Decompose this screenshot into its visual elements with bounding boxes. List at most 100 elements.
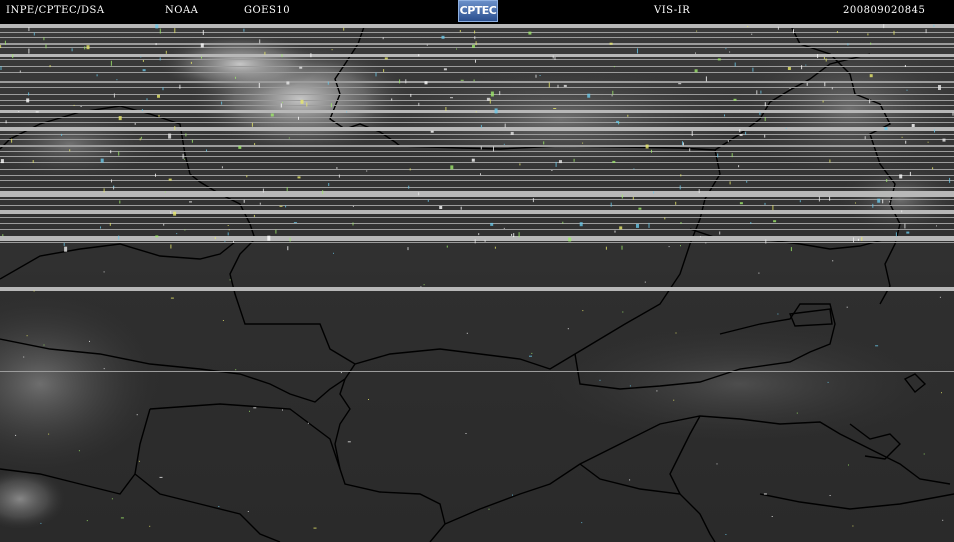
noise-pixel	[262, 188, 264, 193]
noise-pixel	[119, 200, 121, 204]
noise-pixel	[100, 226, 101, 229]
noise-pixel	[184, 229, 186, 231]
noise-pixel	[562, 221, 564, 224]
noise-pixel	[289, 237, 291, 242]
noise-pixel	[164, 191, 166, 193]
noise-pixel	[906, 231, 910, 234]
noise-pixel	[695, 52, 696, 54]
scanline	[0, 100, 954, 101]
noise-pixel	[11, 138, 13, 143]
noise-pixel	[511, 233, 513, 236]
noise-pixel	[619, 226, 623, 230]
noise-pixel	[745, 131, 747, 135]
noise-pixel	[785, 127, 787, 129]
noise-pixel	[120, 517, 124, 519]
noise-pixel	[43, 37, 45, 41]
scanline	[0, 199, 954, 200]
noise-pixel	[418, 54, 420, 57]
noise-pixel	[734, 62, 736, 67]
noise-pixel	[729, 51, 731, 53]
scanline	[0, 47, 954, 48]
noise-pixel	[163, 223, 165, 226]
noise-pixel	[621, 194, 623, 199]
noise-pixel	[118, 116, 122, 121]
noise-pixel	[343, 27, 345, 31]
noise-pixel	[299, 66, 303, 69]
noise-pixel	[503, 227, 505, 229]
noise-pixel	[731, 153, 733, 158]
noise-pixel	[49, 65, 51, 68]
noise-pixel	[26, 98, 30, 103]
noise-pixel	[330, 103, 332, 108]
noise-pixel	[418, 192, 420, 196]
noise-pixel	[96, 74, 98, 77]
noise-pixel	[759, 112, 761, 116]
noise-pixel	[668, 246, 670, 248]
noise-pixel	[430, 130, 434, 133]
noise-pixel	[932, 167, 934, 170]
noise-pixel	[159, 28, 161, 34]
noise-pixel	[15, 434, 17, 436]
noise-pixel	[771, 516, 773, 517]
noise-pixel	[938, 85, 941, 90]
noise-pixel	[884, 127, 888, 131]
noise-pixel	[424, 81, 428, 85]
noise-pixel	[63, 242, 65, 246]
noise-pixel	[727, 140, 729, 143]
noise-pixel	[836, 31, 838, 33]
noise-pixel	[579, 222, 583, 227]
noise-pixel	[170, 210, 172, 214]
noise-pixel	[893, 30, 895, 35]
noise-pixel	[818, 196, 820, 202]
noise-pixel	[739, 202, 743, 205]
noise-pixel	[103, 188, 105, 193]
noise-pixel	[582, 310, 584, 312]
noise-pixel	[621, 245, 623, 250]
noise-pixel	[829, 159, 831, 163]
noise-pixel	[848, 464, 849, 466]
noise-pixel	[149, 525, 151, 527]
scanline	[0, 110, 954, 113]
cloud-mass	[540, 324, 940, 444]
noise-pixel	[510, 131, 514, 135]
noise-pixel	[238, 145, 242, 149]
noise-pixel	[45, 44, 47, 49]
noise-pixel	[259, 39, 261, 44]
noise-pixel	[587, 93, 591, 98]
noise-pixel	[352, 205, 354, 207]
noise-pixel	[399, 79, 401, 84]
noise-pixel	[777, 313, 779, 315]
scanline	[0, 180, 954, 181]
noise-pixel	[134, 122, 136, 125]
noise-pixel	[949, 177, 951, 183]
noise-pixel	[554, 57, 556, 60]
scanline	[0, 187, 954, 188]
noise-pixel	[611, 95, 613, 97]
noise-pixel	[111, 498, 113, 500]
noise-pixel	[471, 158, 475, 162]
noise-pixel	[513, 233, 515, 238]
noise-pixel	[772, 205, 774, 211]
noise-pixel	[285, 205, 287, 208]
noise-pixel	[478, 233, 480, 236]
noise-pixel	[113, 93, 115, 98]
scanline	[0, 287, 954, 291]
noise-pixel	[200, 43, 204, 48]
noise-pixel	[822, 100, 824, 103]
noise-pixel	[777, 26, 779, 30]
noise-pixel	[747, 26, 749, 27]
noise-pixel	[254, 143, 256, 146]
noise-pixel	[282, 102, 283, 104]
noise-pixel	[764, 202, 766, 205]
noise-pixel	[459, 30, 461, 32]
noise-pixel	[19, 70, 21, 73]
scanline	[0, 134, 954, 135]
noise-pixel	[832, 260, 834, 262]
noise-pixel	[645, 144, 649, 149]
noise-pixel	[174, 28, 176, 34]
noise-pixel	[253, 214, 255, 217]
noise-pixel	[605, 246, 607, 250]
noise-pixel	[567, 328, 569, 330]
noise-pixel	[174, 126, 176, 131]
noise-pixel	[224, 240, 226, 242]
